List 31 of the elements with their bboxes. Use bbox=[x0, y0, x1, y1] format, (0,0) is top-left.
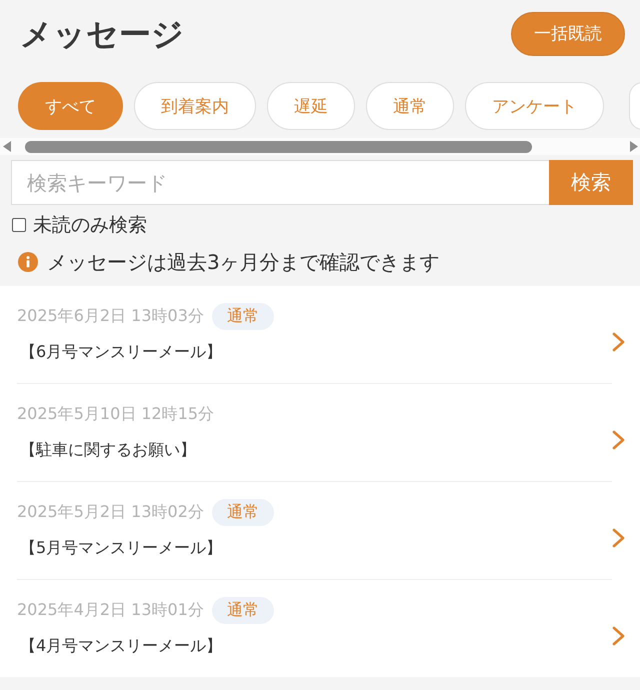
message-date: 2025年5月2日 13時02分 bbox=[17, 502, 204, 523]
category-tag: 通常 bbox=[212, 597, 274, 624]
message-date: 2025年6月2日 13時03分 bbox=[17, 306, 204, 327]
mark-all-read-button[interactable]: 一括既読 bbox=[511, 12, 625, 56]
search-field[interactable]: 検索キーワード bbox=[11, 160, 549, 205]
chevron-right-icon[interactable] bbox=[612, 626, 625, 646]
scroll-left-icon[interactable] bbox=[3, 141, 11, 152]
message-date: 2025年4月2日 13時01分 bbox=[17, 600, 204, 621]
category-tag: 通常 bbox=[212, 303, 274, 330]
info-icon bbox=[18, 252, 38, 272]
chevron-right-icon[interactable] bbox=[612, 430, 625, 450]
message-title[interactable]: 【4月号マンスリーメール】 bbox=[17, 636, 222, 657]
search-button[interactable]: 検索 bbox=[549, 160, 633, 205]
filter-tab[interactable]: アンケート bbox=[465, 82, 604, 130]
scroll-right-icon[interactable] bbox=[630, 141, 638, 152]
unread-only-checkbox[interactable] bbox=[12, 218, 26, 232]
page-title: メッセージ bbox=[20, 14, 184, 54]
message-date: 2025年5月10日 12時15分 bbox=[17, 404, 214, 425]
filter-tab[interactable]: 到着案内 bbox=[134, 82, 256, 130]
unread-only-label[interactable]: 未読のみ検索 bbox=[33, 212, 147, 238]
notice-text: メッセージは過去3ヶ月分まで確認できます bbox=[47, 248, 440, 276]
filter-tab[interactable]: 通常 bbox=[366, 82, 454, 130]
filter-tab[interactable]: すべて bbox=[18, 82, 123, 130]
category-tag: 通常 bbox=[212, 499, 274, 526]
message-title[interactable]: 【駐車に関するお願い】 bbox=[17, 440, 196, 461]
message-title[interactable]: 【6月号マンスリーメール】 bbox=[17, 342, 222, 363]
chevron-right-icon[interactable] bbox=[612, 332, 625, 352]
chevron-right-icon[interactable] bbox=[612, 528, 625, 548]
scrollbar-thumb[interactable] bbox=[25, 140, 532, 152]
message-title[interactable]: 【5月号マンスリーメール】 bbox=[17, 538, 222, 559]
filter-tab[interactable]: 遅延 bbox=[267, 82, 355, 130]
